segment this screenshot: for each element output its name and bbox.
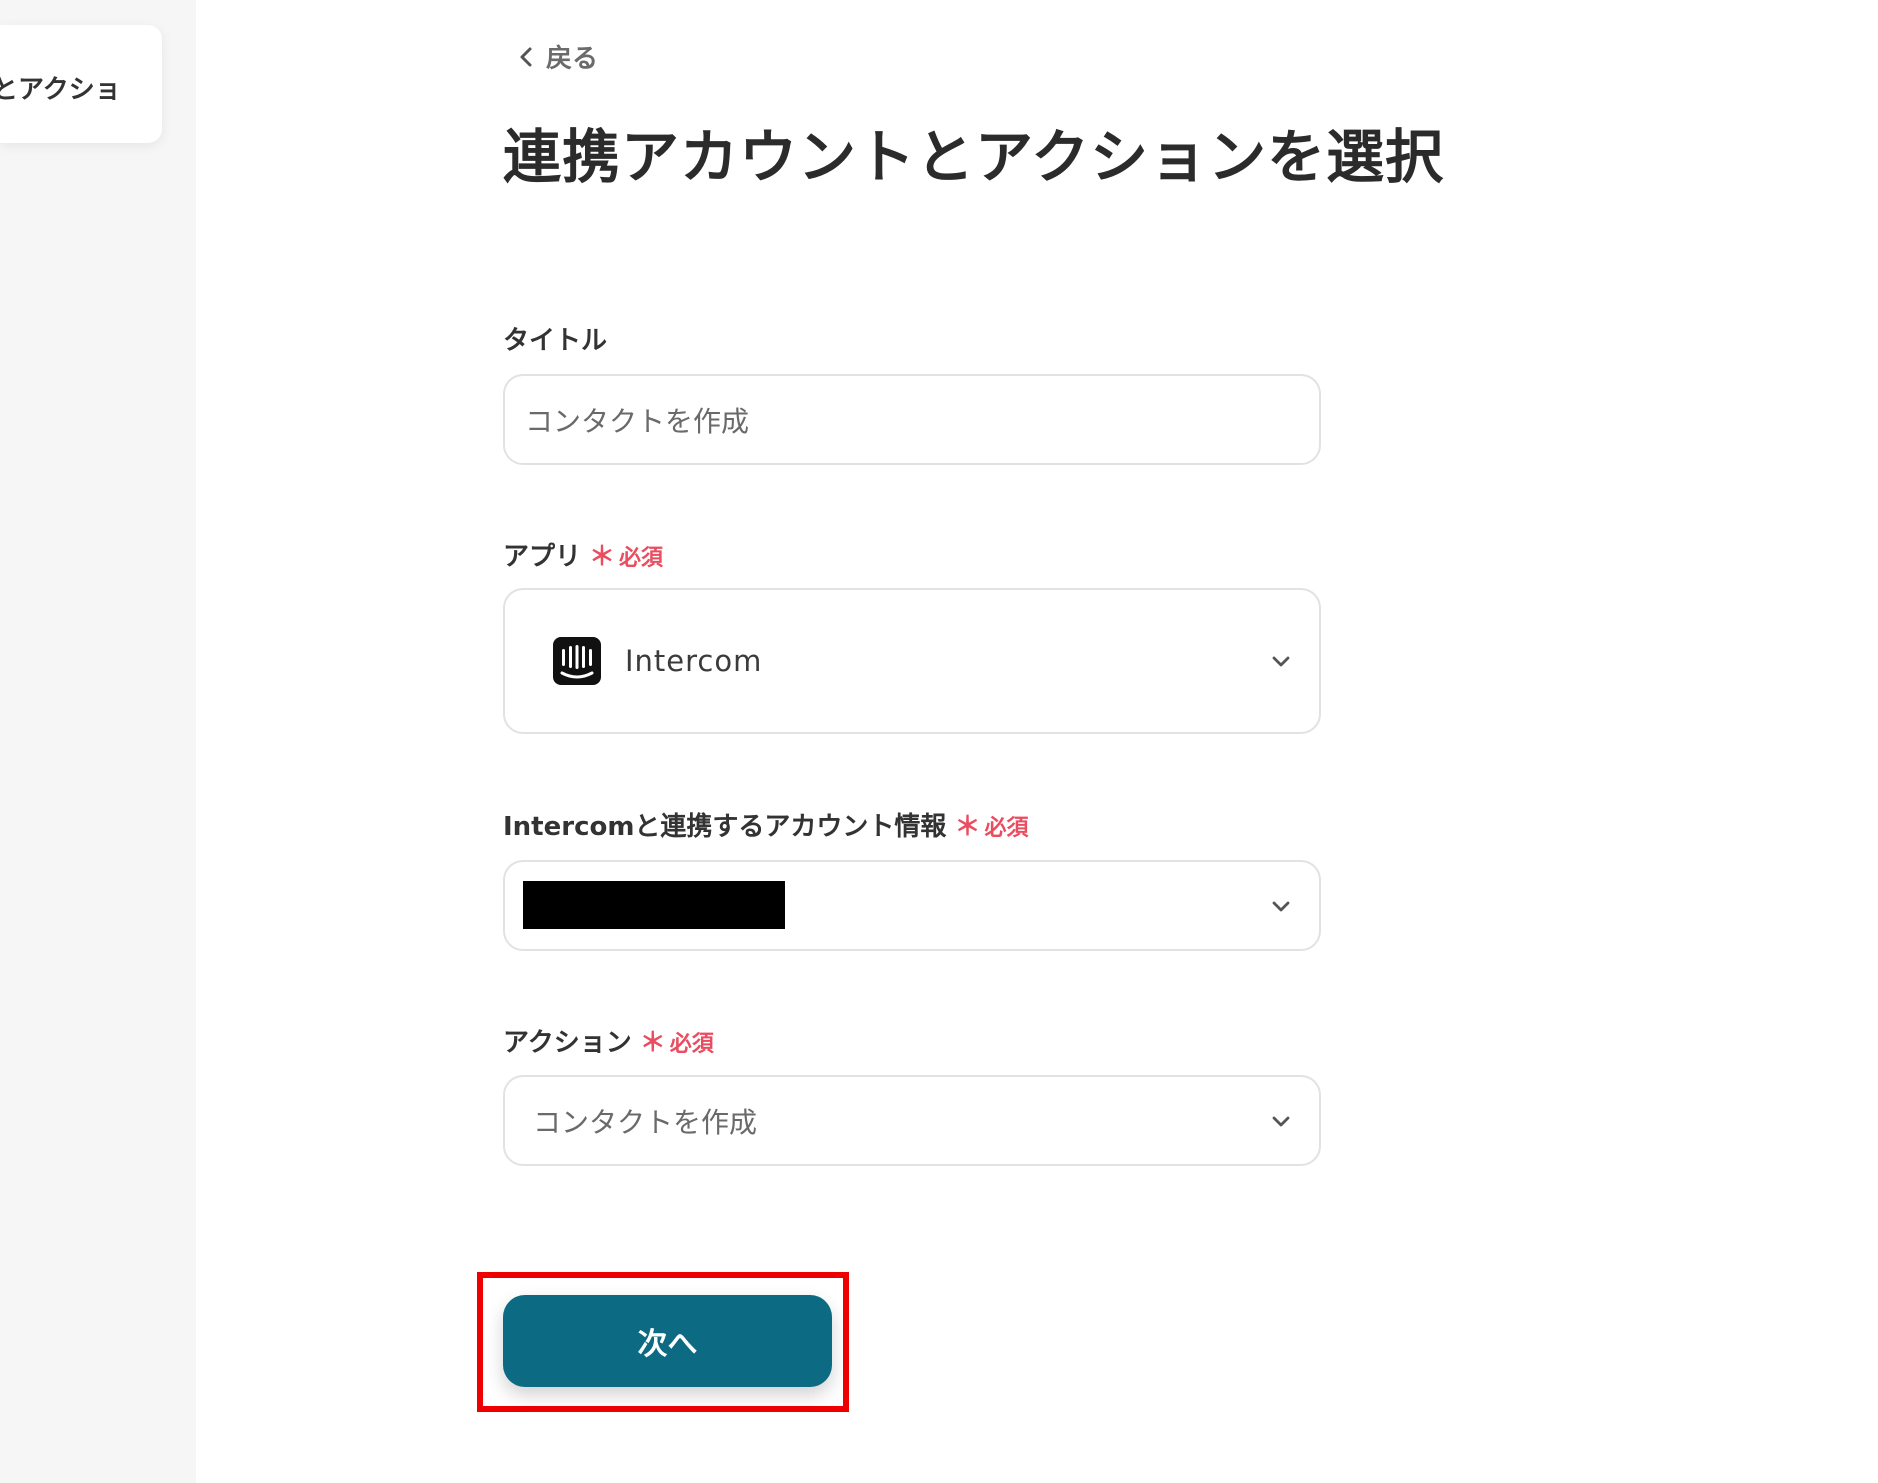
title-input-value: コンタクトを作成	[525, 404, 750, 438]
title-label-text: タイトル	[503, 326, 608, 356]
sidebar-step-card[interactable]: とアクショ	[0, 25, 162, 143]
sidebar: とアクショ	[0, 0, 196, 1483]
app-field-label: アプリ ＊必須	[503, 536, 663, 573]
required-marker: ＊必須	[954, 806, 1028, 843]
action-label-text: アクション	[503, 1028, 632, 1058]
app-select[interactable]: Intercom	[503, 588, 1321, 734]
required-marker: ＊必須	[589, 536, 663, 573]
sidebar-step-label: とアクショ	[0, 75, 121, 105]
required-marker: ＊必須	[640, 1022, 714, 1059]
page-title: 連携アカウントとアクションを選択	[503, 123, 1445, 191]
required-text: 必須	[669, 1032, 714, 1057]
chevron-down-icon	[1272, 901, 1290, 911]
account-field-label: Intercomと連携するアカウント情報 ＊必須	[503, 806, 1028, 843]
required-star: ＊	[954, 812, 981, 842]
chevron-down-icon	[1272, 656, 1290, 667]
title-field-label: タイトル	[503, 320, 607, 357]
back-label: 戻る	[546, 44, 599, 74]
action-select[interactable]: コンタクトを作成	[503, 1075, 1321, 1166]
app-label-text: アプリ	[503, 542, 582, 572]
intercom-logo-icon	[553, 637, 601, 685]
action-field-label: アクション ＊必須	[503, 1022, 714, 1059]
required-star: ＊	[639, 1028, 666, 1058]
action-select-value: コンタクトを作成	[533, 1105, 758, 1139]
app-select-value: Intercom	[625, 644, 763, 678]
title-input[interactable]: コンタクトを作成	[503, 374, 1321, 465]
account-select[interactable]	[503, 860, 1321, 951]
back-link[interactable]: 戻る	[516, 38, 598, 75]
required-text: 必須	[619, 546, 664, 571]
chevron-down-icon	[1272, 1116, 1290, 1126]
chevron-left-icon	[520, 47, 532, 66]
redacted-account-value	[523, 881, 785, 929]
account-label-text: Intercomと連携するアカウント情報	[503, 812, 947, 842]
required-text: 必須	[984, 816, 1029, 841]
next-button[interactable]: 次へ	[503, 1295, 832, 1387]
required-star: ＊	[589, 542, 616, 572]
